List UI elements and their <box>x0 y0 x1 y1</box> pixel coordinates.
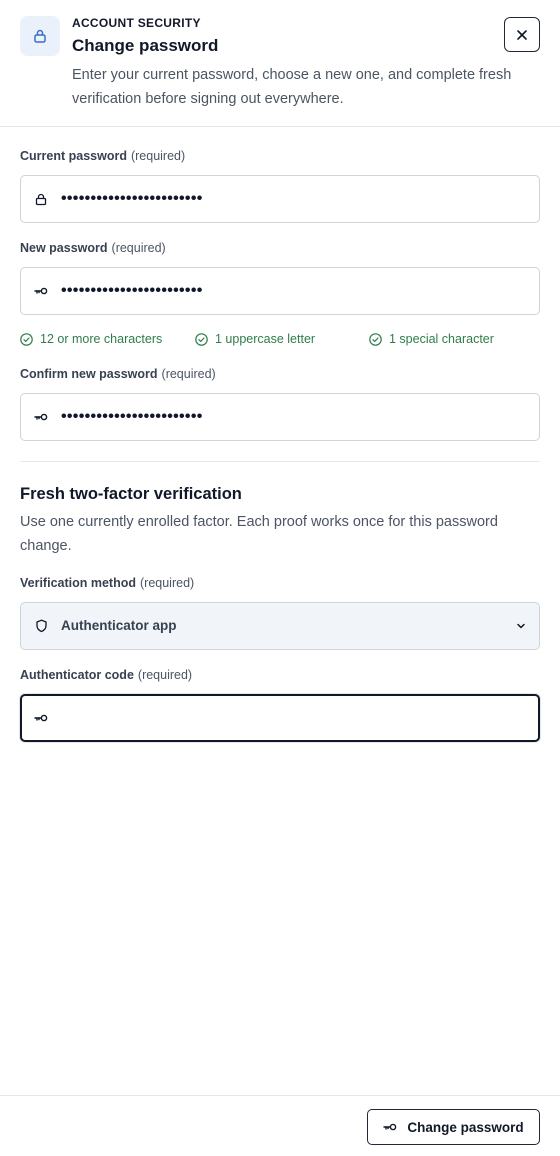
change-password-button[interactable]: Change password <box>367 1109 540 1145</box>
key-icon <box>33 409 49 425</box>
requirement-text: 1 uppercase letter <box>215 332 316 346</box>
close-button[interactable] <box>504 17 540 52</box>
lock-icon <box>20 16 60 56</box>
confirm-password-label-text: Confirm new password <box>20 367 158 381</box>
requirement-text: 1 special character <box>389 332 494 346</box>
change-password-button-label: Change password <box>407 1119 524 1135</box>
key-icon <box>33 283 49 299</box>
required-marker: (required) <box>111 241 166 255</box>
verification-method-label-text: Verification method <box>20 576 136 590</box>
authenticator-code-field[interactable] <box>20 694 540 742</box>
new-password-value: •••••••••••••••••••••••• <box>61 282 203 299</box>
new-password-label-text: New password <box>20 241 108 255</box>
required-marker: (required) <box>130 149 186 163</box>
new-password-label: New password (required) <box>20 241 166 255</box>
required-marker: (required) <box>137 668 193 682</box>
change-password-panel: ACCOUNT SECURITY Change password Enter y… <box>0 0 560 1156</box>
confirm-password-label: Confirm new password (required) <box>20 367 216 381</box>
verification-method-value: Authenticator app <box>61 618 177 633</box>
authenticator-code-label: Authenticator code (required) <box>20 668 192 682</box>
eyebrow-label: ACCOUNT SECURITY <box>72 16 201 30</box>
verification-method-label: Verification method (required) <box>20 576 194 590</box>
shield-icon <box>33 618 49 634</box>
check-circle-icon <box>20 332 33 346</box>
page-description: Enter your current password, choose a ne… <box>72 67 512 107</box>
key-icon <box>383 1123 397 1131</box>
check-circle-icon <box>369 332 382 346</box>
authenticator-code-label-text: Authenticator code <box>20 668 134 682</box>
password-requirements: 12 or more characters 1 uppercase letter… <box>20 332 540 348</box>
current-password-field[interactable]: •••••••••••••••••••••••• <box>20 175 540 223</box>
page-title: Change password <box>72 36 219 55</box>
verification-title: Fresh two-factor verification <box>20 485 242 503</box>
panel-footer: Change password <box>0 1095 560 1156</box>
requirement-text: 12 or more characters <box>40 332 163 346</box>
panel-header: ACCOUNT SECURITY Change password Enter y… <box>0 0 560 127</box>
key-icon <box>33 710 49 726</box>
current-password-label: Current password (required) <box>20 149 185 163</box>
new-password-field[interactable]: •••••••••••••••••••••••• <box>20 267 540 315</box>
requirement-item: 12 or more characters <box>20 332 162 346</box>
required-marker: (required) <box>161 367 216 381</box>
requirement-item: 1 special character <box>369 332 494 346</box>
chevron-down-icon <box>515 619 527 637</box>
requirement-item: 1 uppercase letter <box>195 332 315 346</box>
verification-description: Use one currently enrolled factor. Each … <box>20 514 498 554</box>
close-icon <box>517 29 527 40</box>
required-marker: (required) <box>140 576 195 590</box>
current-password-value: •••••••••••••••••••••••• <box>61 190 203 207</box>
verification-method-select[interactable]: Authenticator app <box>20 602 540 650</box>
section-divider <box>20 461 540 462</box>
current-password-label-text: Current password <box>20 149 127 163</box>
lock-icon <box>33 191 49 207</box>
confirm-password-value: •••••••••••••••••••••••• <box>61 408 203 425</box>
confirm-password-field[interactable]: •••••••••••••••••••••••• <box>20 393 540 441</box>
check-circle-icon <box>195 332 208 346</box>
